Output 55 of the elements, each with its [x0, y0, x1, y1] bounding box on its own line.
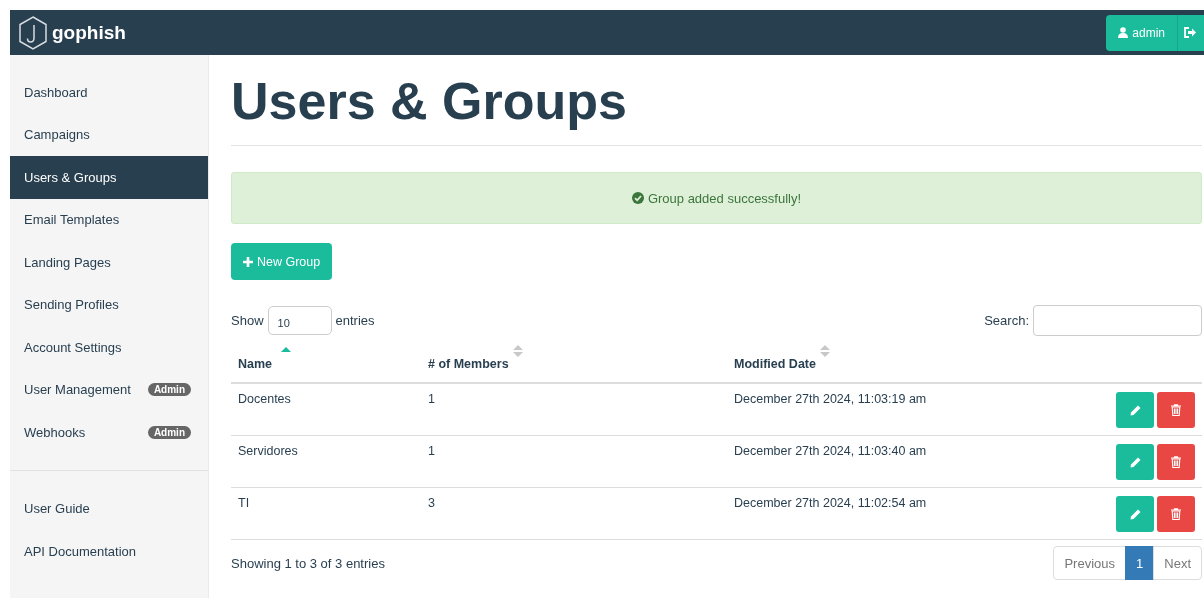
column-header[interactable]: # of Members: [421, 346, 727, 383]
alert-message: Group added successfully!: [647, 190, 802, 206]
sidebar-item[interactable]: Campaigns: [10, 113, 208, 156]
sidebar-link[interactable]: API Documentation: [10, 530, 208, 573]
entries-label: entries: [335, 313, 375, 328]
table-cell: Servidores: [231, 435, 421, 488]
user-icon: [1118, 27, 1129, 38]
pencil-icon: [1129, 508, 1141, 520]
page-title: Users & Groups: [231, 71, 628, 132]
trash-icon: [1171, 508, 1181, 520]
sign-out-icon: [1184, 27, 1196, 38]
delete-button[interactable]: [1157, 392, 1195, 428]
sidebar-item[interactable]: User Management Admin: [10, 368, 208, 411]
sidebar-item[interactable]: Landing Pages: [10, 241, 208, 284]
search-field[interactable]: [1033, 305, 1202, 336]
pencil-icon: [1129, 404, 1141, 416]
pagination-button[interactable]: Next: [1153, 546, 1202, 580]
column-header[interactable]: Modified Date: [727, 346, 1063, 383]
check-circle-icon: [631, 192, 644, 204]
pagination-button[interactable]: 1: [1125, 546, 1155, 580]
column-header[interactable]: Name: [231, 346, 421, 383]
table-cell: 3: [421, 487, 727, 540]
admin-badge: Admin: [147, 383, 191, 397]
sidebar-item[interactable]: Email Templates: [10, 198, 208, 241]
table-cell: TI: [231, 487, 421, 540]
table-cell: December 27th 2024, 11:03:40 am: [727, 435, 1063, 488]
sidebar-item[interactable]: Webhooks Admin: [10, 411, 208, 454]
trash-icon: [1171, 456, 1181, 468]
edit-button[interactable]: [1116, 496, 1154, 532]
plus-icon: [243, 256, 253, 267]
sidebar-link[interactable]: User Guide: [10, 487, 208, 530]
sidebar-item[interactable]: Dashboard: [10, 71, 208, 114]
sidebar-item[interactable]: Users & Groups: [10, 156, 208, 199]
table-cell: 1: [421, 435, 727, 488]
table-cell: December 27th 2024, 11:02:54 am: [727, 487, 1063, 540]
page-size-field[interactable]: 10: [267, 306, 332, 335]
search-label: Search:: [984, 313, 1029, 328]
show-label: Show: [231, 313, 264, 328]
pencil-icon: [1129, 456, 1141, 468]
delete-button[interactable]: [1157, 444, 1195, 480]
edit-button[interactable]: [1116, 392, 1154, 428]
pagination-button[interactable]: Previous: [1053, 546, 1127, 580]
delete-button[interactable]: [1157, 496, 1195, 532]
table-info: Showing 1 to 3 of 3 entries: [231, 555, 385, 571]
trash-icon: [1171, 404, 1181, 416]
table-cell: 1: [421, 383, 727, 436]
sidebar-item[interactable]: Sending Profiles: [10, 283, 208, 326]
table-cell: Docentes: [231, 383, 421, 436]
brand-name[interactable]: gophish: [52, 21, 126, 44]
table-cell: December 27th 2024, 11:03:19 am: [727, 383, 1063, 436]
edit-button[interactable]: [1116, 444, 1154, 480]
admin-badge: Admin: [147, 425, 191, 439]
sidebar-item[interactable]: Account Settings: [10, 326, 208, 369]
logout-button[interactable]: [1178, 14, 1204, 51]
hexagon-hook-logo-icon: [18, 15, 48, 50]
